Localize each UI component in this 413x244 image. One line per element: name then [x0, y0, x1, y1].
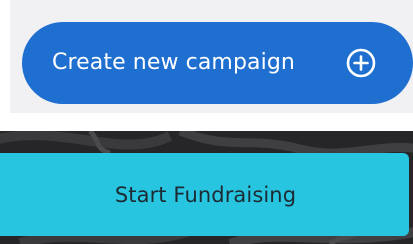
plus-circle-icon [346, 48, 376, 78]
create-new-campaign-button[interactable]: Create new campaign [22, 22, 413, 104]
create-new-campaign-label: Create new campaign [52, 50, 295, 75]
start-fundraising-button[interactable]: Start Fundraising [0, 153, 409, 236]
bottom-panel-background: Start Fundraising [0, 131, 413, 244]
start-fundraising-label: Start Fundraising [114, 182, 297, 207]
